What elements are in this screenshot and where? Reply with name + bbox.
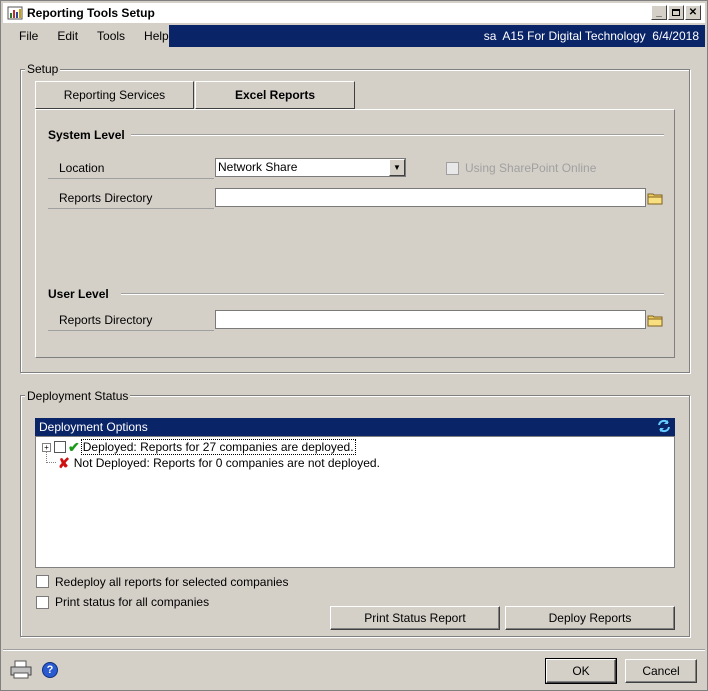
- maximize-button[interactable]: [668, 5, 684, 20]
- location-value: Network Share: [218, 160, 298, 174]
- print-status-report-label: Print Status Report: [364, 611, 466, 625]
- tab-excel-reports[interactable]: Excel Reports: [195, 81, 355, 109]
- system-reports-directory-input[interactable]: [215, 188, 646, 207]
- user-level-header: User Level: [48, 287, 109, 301]
- tree-item-deployed[interactable]: + ✔ Deployed: Reports for 27 companies a…: [42, 438, 356, 455]
- printer-icon[interactable]: [8, 660, 34, 680]
- footer-divider: [3, 649, 705, 651]
- cancel-label: Cancel: [642, 664, 680, 678]
- print-status-report-button[interactable]: Print Status Report: [330, 606, 500, 630]
- location-label: Location: [48, 160, 214, 179]
- reporting-tools-window: Reporting Tools Setup _ ✕ File Edit Tool…: [0, 0, 708, 691]
- setup-group-label: Setup: [25, 62, 61, 76]
- minimize-button[interactable]: _: [651, 5, 667, 20]
- check-icon: ✔: [68, 438, 80, 455]
- tree-item-checkbox[interactable]: [54, 441, 66, 453]
- sharepoint-checkbox[interactable]: [446, 162, 459, 175]
- window-title: Reporting Tools Setup: [27, 6, 155, 20]
- tree-connector-h: [46, 462, 56, 463]
- tab-reporting-services[interactable]: Reporting Services: [35, 81, 194, 109]
- deployment-options-header: Deployment Options: [35, 418, 675, 436]
- menu-help[interactable]: Help: [134, 29, 178, 43]
- system-level-divider: [131, 134, 664, 136]
- sharepoint-label: Using SharePoint Online: [465, 161, 597, 175]
- menu-bar: File Edit Tools Help sa A15 For Digital …: [3, 25, 705, 47]
- print-status-checkbox[interactable]: [36, 596, 49, 609]
- tree-item-not-deployed[interactable]: ✘ Not Deployed: Reports for 0 companies …: [58, 455, 380, 471]
- ok-button[interactable]: OK: [545, 658, 617, 684]
- redeploy-checkbox[interactable]: [36, 575, 49, 588]
- print-status-label: Print status for all companies: [55, 595, 210, 609]
- system-level-header: System Level: [48, 128, 125, 142]
- user-level-divider: [121, 293, 664, 295]
- user-reports-directory-label: Reports Directory: [48, 312, 214, 331]
- menu-edit[interactable]: Edit: [47, 29, 87, 43]
- deploy-reports-button[interactable]: Deploy Reports: [505, 606, 675, 630]
- refresh-icon[interactable]: [657, 419, 671, 433]
- deployment-tree[interactable]: + ✔ Deployed: Reports for 27 companies a…: [35, 436, 675, 568]
- title-bar[interactable]: Reporting Tools Setup _ ✕: [3, 3, 705, 23]
- maximize-icon: [672, 9, 680, 16]
- deploy-reports-label: Deploy Reports: [548, 611, 632, 625]
- deployed-text: Deployed: Reports for 27 companies are d…: [80, 439, 356, 455]
- context-info: sa A15 For Digital Technology 6/4/2018: [483, 29, 699, 43]
- system-reports-directory-label: Reports Directory: [48, 190, 214, 209]
- user-reports-directory-input[interactable]: [215, 310, 646, 329]
- help-icon[interactable]: ?: [42, 662, 58, 678]
- deployment-options-title: Deployment Options: [39, 420, 148, 434]
- cancel-button[interactable]: Cancel: [625, 659, 697, 683]
- x-icon: ✘: [58, 454, 70, 471]
- minimize-icon: _: [656, 6, 662, 18]
- location-dropdown[interactable]: Network Share ▼: [215, 158, 406, 177]
- menu-tools[interactable]: Tools: [87, 29, 134, 43]
- app-icon: [7, 5, 23, 21]
- ok-label: OK: [572, 664, 590, 678]
- not-deployed-text: Not Deployed: Reports for 0 companies ar…: [73, 456, 380, 470]
- close-icon: ✕: [688, 6, 698, 18]
- deployment-status-label: Deployment Status: [25, 389, 131, 403]
- user-browse-folder-icon[interactable]: [646, 310, 664, 329]
- system-browse-folder-icon[interactable]: [646, 188, 664, 207]
- close-button[interactable]: ✕: [685, 5, 701, 20]
- redeploy-label: Redeploy all reports for selected compan…: [55, 575, 289, 589]
- menu-file[interactable]: File: [9, 29, 47, 43]
- chevron-down-icon[interactable]: ▼: [389, 159, 405, 176]
